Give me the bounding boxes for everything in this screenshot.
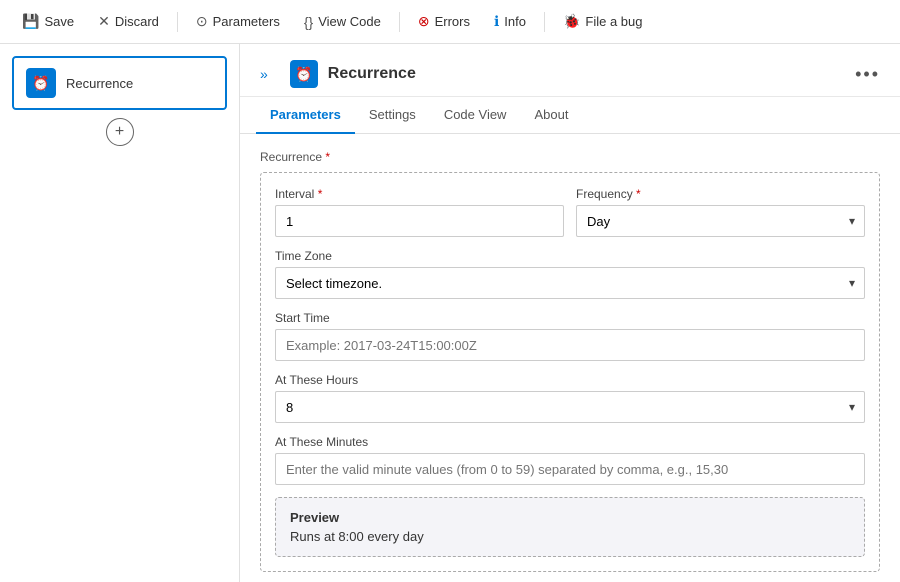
timezone-select[interactable]: Select timezone. UTC Eastern Time Pacifi…: [275, 267, 865, 299]
separator-3: [544, 12, 545, 32]
recurrence-section-label: Recurrence *: [260, 150, 880, 164]
start-time-group: Start Time: [275, 311, 865, 361]
timezone-group: Time Zone Select timezone. UTC Eastern T…: [275, 249, 865, 299]
tab-about[interactable]: About: [520, 97, 582, 134]
info-icon: ℹ: [494, 13, 499, 30]
separator-1: [177, 12, 178, 32]
view-code-button[interactable]: {} View Code: [294, 8, 391, 36]
bug-icon: 🐞: [563, 13, 580, 30]
preview-box: Preview Runs at 8:00 every day: [275, 497, 865, 557]
info-label: Info: [504, 14, 526, 29]
at-minutes-label: At These Minutes: [275, 435, 865, 449]
at-hours-select-wrap: 0123 4567 891011 12131415 16171819 20212…: [275, 391, 865, 423]
errors-label: Errors: [435, 14, 470, 29]
interval-group: Interval *: [275, 187, 564, 237]
parameters-button[interactable]: ⊙ Parameters: [186, 7, 290, 36]
tab-code-view[interactable]: Code View: [430, 97, 521, 134]
clock-icon: ⏰: [32, 75, 49, 92]
save-label: Save: [44, 14, 74, 29]
file-bug-button[interactable]: 🐞 File a bug: [553, 7, 653, 36]
discard-icon: ✕: [98, 13, 110, 30]
view-code-label: View Code: [318, 14, 381, 29]
interval-input[interactable]: [275, 205, 564, 237]
info-button[interactable]: ℹ Info: [484, 7, 536, 36]
errors-button[interactable]: ⊗ Errors: [408, 7, 480, 36]
interval-frequency-row: Interval * Frequency * Minute Hour D: [275, 187, 865, 237]
expand-icon[interactable]: [256, 62, 272, 86]
start-time-input[interactable]: [275, 329, 865, 361]
recurrence-node[interactable]: ⏰ Recurrence: [12, 56, 227, 110]
parameters-label: Parameters: [213, 14, 280, 29]
tab-parameters[interactable]: Parameters: [256, 97, 355, 134]
save-button[interactable]: 💾 Save: [12, 7, 84, 36]
timezone-row: Time Zone Select timezone. UTC Eastern T…: [275, 249, 865, 299]
panel-header-icon: ⏰: [290, 60, 318, 88]
at-hours-row: At These Hours 0123 4567 891011 12131415…: [275, 373, 865, 423]
at-minutes-row: At These Minutes: [275, 435, 865, 485]
at-minutes-input[interactable]: [275, 453, 865, 485]
toolbar: 💾 Save ✕ Discard ⊙ Parameters {} View Co…: [0, 0, 900, 44]
parameters-icon: ⊙: [196, 13, 208, 30]
panel-title: Recurrence: [328, 65, 416, 83]
add-node-button[interactable]: +: [106, 118, 134, 146]
interval-label: Interval *: [275, 187, 564, 201]
right-panel: ⏰ Recurrence ••• Parameters Settings Cod…: [240, 44, 900, 582]
timezone-select-wrap: Select timezone. UTC Eastern Time Pacifi…: [275, 267, 865, 299]
preview-text: Runs at 8:00 every day: [290, 529, 850, 544]
frequency-select[interactable]: Minute Hour Day Week Month: [576, 205, 865, 237]
frequency-select-wrap: Minute Hour Day Week Month ▾: [576, 205, 865, 237]
at-hours-label: At These Hours: [275, 373, 865, 387]
recurrence-dashed-box: Interval * Frequency * Minute Hour D: [260, 172, 880, 572]
content-area: Recurrence * Interval * Frequency *: [240, 134, 900, 582]
tabs-bar: Parameters Settings Code View About: [240, 97, 900, 134]
file-bug-label: File a bug: [585, 14, 642, 29]
errors-icon: ⊗: [418, 13, 430, 30]
more-options-button[interactable]: •••: [855, 64, 880, 85]
at-hours-select[interactable]: 0123 4567 891011 12131415 16171819 20212…: [275, 391, 865, 423]
node-label: Recurrence: [66, 76, 133, 91]
left-panel: ⏰ Recurrence +: [0, 44, 240, 582]
frequency-label: Frequency *: [576, 187, 865, 201]
panel-header: ⏰ Recurrence •••: [240, 44, 900, 97]
node-icon: ⏰: [26, 68, 56, 98]
main-layout: ⏰ Recurrence + ⏰ Recurrence ••• Paramete…: [0, 44, 900, 582]
separator-2: [399, 12, 400, 32]
start-time-label: Start Time: [275, 311, 865, 325]
view-code-icon: {}: [304, 14, 313, 30]
preview-title: Preview: [290, 510, 850, 525]
timezone-label: Time Zone: [275, 249, 865, 263]
start-time-row: Start Time: [275, 311, 865, 361]
tab-settings[interactable]: Settings: [355, 97, 430, 134]
frequency-group: Frequency * Minute Hour Day Week Month ▾: [576, 187, 865, 237]
at-minutes-group: At These Minutes: [275, 435, 865, 485]
save-icon: 💾: [22, 13, 39, 30]
discard-label: Discard: [115, 14, 159, 29]
plus-icon: +: [115, 123, 124, 141]
panel-title-row: ⏰ Recurrence: [256, 60, 416, 88]
discard-button[interactable]: ✕ Discard: [88, 7, 169, 36]
panel-clock-icon: ⏰: [295, 66, 312, 83]
at-hours-group: At These Hours 0123 4567 891011 12131415…: [275, 373, 865, 423]
